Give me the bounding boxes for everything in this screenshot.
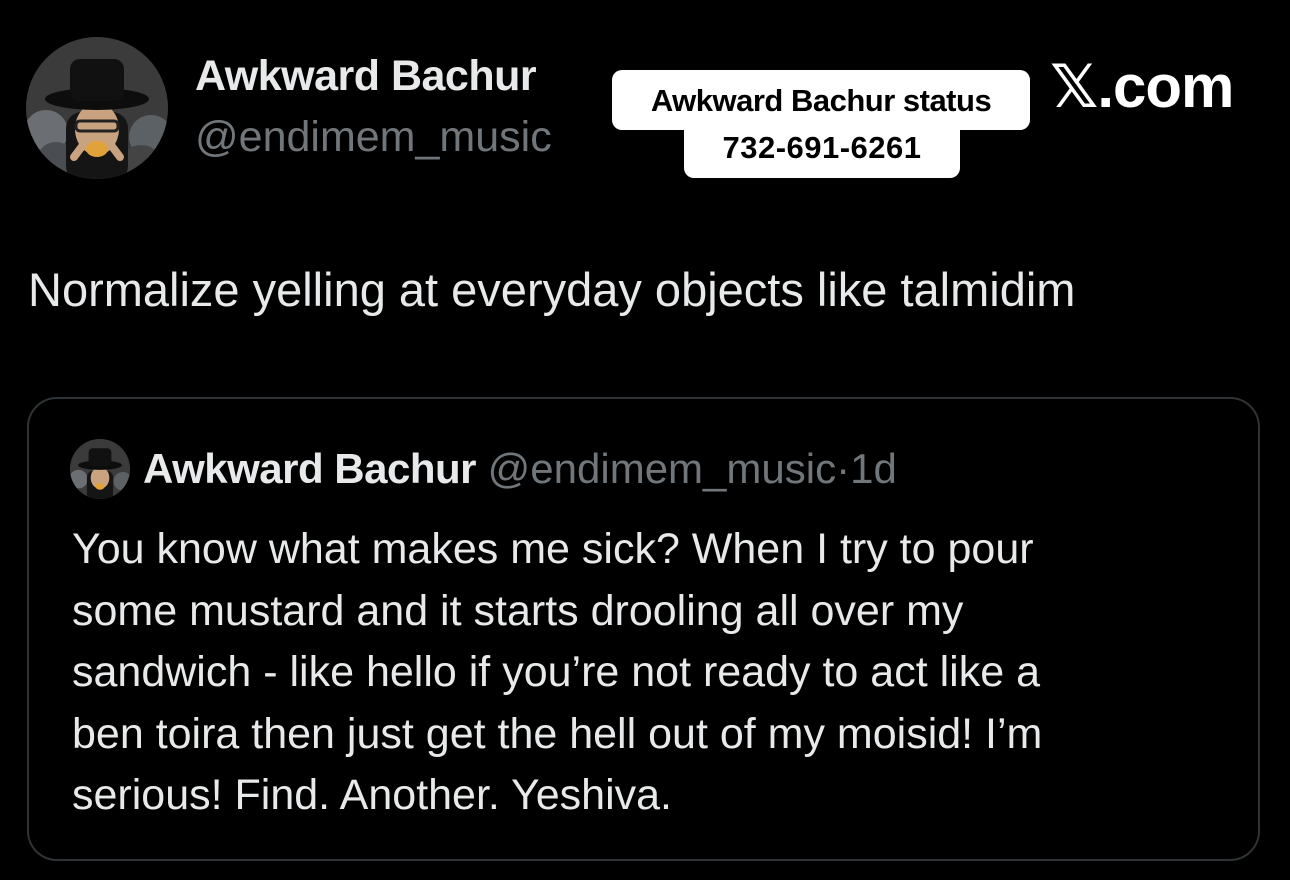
author-avatar[interactable]: [26, 37, 168, 179]
quoted-tweet-line: some mustard and it starts drooling all …: [72, 586, 964, 635]
quoted-tweet-card[interactable]: Awkward Bachur @endimem_music·1d You kno…: [27, 397, 1260, 861]
quoted-tweet-line: serious! Find. Another. Yeshiva.: [72, 771, 673, 819]
separator-dot: ·: [836, 445, 851, 492]
tweet-text: Normalize yelling at everyday objects li…: [28, 263, 1076, 316]
author-handle[interactable]: @endimem_music: [195, 113, 552, 162]
quoted-author-name[interactable]: Awkward Bachur: [143, 445, 477, 492]
quoted-tweet-timestamp[interactable]: 1d: [850, 445, 897, 492]
quoted-tweet-line: ben toira then just get the hell out of …: [72, 709, 1043, 758]
x-logo-label: 𝕏.com: [1050, 53, 1234, 120]
quoted-author-handle[interactable]: @endimem_music: [488, 445, 836, 492]
author-display-name[interactable]: Awkward Bachur: [195, 52, 537, 101]
status-sticker-line2: 732-691-6261: [684, 118, 960, 178]
quoted-tweet-line: You know what makes me sick? When I try …: [72, 525, 1034, 573]
quoted-tweet-header: Awkward Bachur @endimem_music·1d: [143, 445, 897, 493]
quoted-tweet-text: You know what makes me sick? When I try …: [72, 519, 1232, 827]
quoted-tweet-line: sandwich - like hello if you’re not read…: [72, 648, 1040, 696]
quoted-author-avatar[interactable]: [70, 439, 130, 499]
